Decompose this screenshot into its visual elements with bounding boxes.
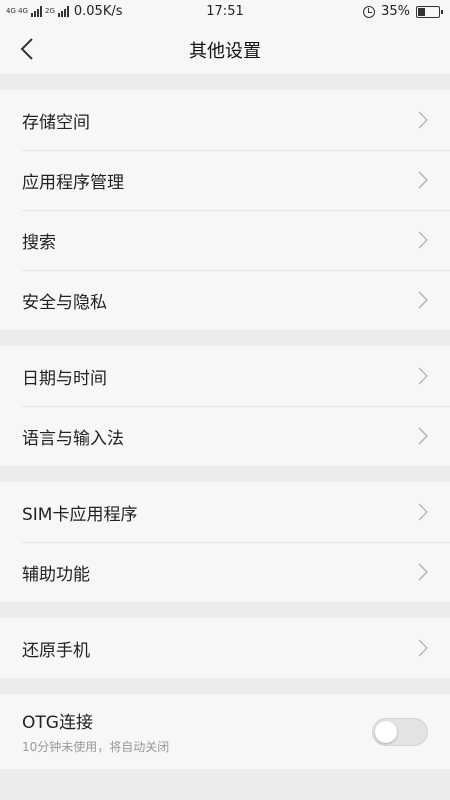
- settings-item-reset-phone[interactable]: 还原手机: [0, 618, 450, 678]
- settings-group-5: OTG连接 10分钟未使用，将自动关闭: [0, 694, 450, 769]
- settings-item-otg[interactable]: OTG连接 10分钟未使用，将自动关闭: [0, 694, 450, 769]
- page-title: 其他设置: [189, 41, 261, 62]
- settings-item-label: 语言与输入法: [22, 428, 124, 449]
- settings-item-label: SIM卡应用程序: [22, 504, 138, 525]
- settings-item-label: 还原手机: [22, 640, 90, 661]
- settings-item-label: 应用程序管理: [22, 172, 124, 193]
- battery-fill: [418, 7, 425, 16]
- battery-icon: [416, 5, 443, 18]
- settings-group-2: 日期与时间 语言与输入法: [0, 346, 450, 466]
- toggle-knob: [375, 721, 397, 743]
- chevron-right-icon: [418, 367, 428, 385]
- chevron-right-icon: [418, 503, 428, 521]
- settings-item-language-input[interactable]: 语言与输入法: [0, 406, 450, 466]
- battery-percent: 35%: [381, 4, 410, 19]
- chevron-right-icon: [418, 291, 428, 309]
- settings-group-3: SIM卡应用程序 辅助功能: [0, 482, 450, 602]
- chevron-right-icon: [418, 171, 428, 189]
- status-bar: 4G 4G 2G 0.05K/s 17:51 35%: [0, 0, 450, 24]
- otg-texts: OTG连接 10分钟未使用，将自动关闭: [22, 708, 169, 755]
- alarm-icon: [363, 5, 376, 18]
- chevron-right-icon: [418, 639, 428, 657]
- chevron-right-icon: [418, 111, 428, 129]
- settings-item-label: 辅助功能: [22, 564, 90, 585]
- settings-item-sim-apps[interactable]: SIM卡应用程序: [0, 482, 450, 542]
- settings-item-label: 存储空间: [22, 112, 90, 133]
- settings-item-search[interactable]: 搜索: [0, 210, 450, 270]
- settings-group-4: 还原手机: [0, 618, 450, 678]
- chevron-right-icon: [418, 231, 428, 249]
- otg-toggle[interactable]: [372, 718, 428, 746]
- otg-subtitle: 10分钟未使用，将自动关闭: [22, 740, 170, 754]
- otg-label: OTG连接: [22, 713, 93, 733]
- status-right: 35%: [363, 4, 443, 19]
- settings-item-label: 搜索: [22, 232, 56, 253]
- settings-group-1: 存储空间 应用程序管理 搜索 安全与隐私: [0, 90, 450, 330]
- chevron-right-icon: [418, 563, 428, 581]
- settings-item-label: 安全与隐私: [22, 292, 107, 313]
- navigation-bar: 其他设置: [0, 24, 450, 74]
- settings-item-label: 日期与时间: [22, 368, 107, 389]
- settings-item-storage[interactable]: 存储空间: [0, 90, 450, 150]
- chevron-right-icon: [418, 427, 428, 445]
- settings-item-date-time[interactable]: 日期与时间: [0, 346, 450, 406]
- settings-item-app-management[interactable]: 应用程序管理: [0, 150, 450, 210]
- settings-item-security-privacy[interactable]: 安全与隐私: [0, 270, 450, 330]
- settings-item-accessibility[interactable]: 辅助功能: [0, 542, 450, 602]
